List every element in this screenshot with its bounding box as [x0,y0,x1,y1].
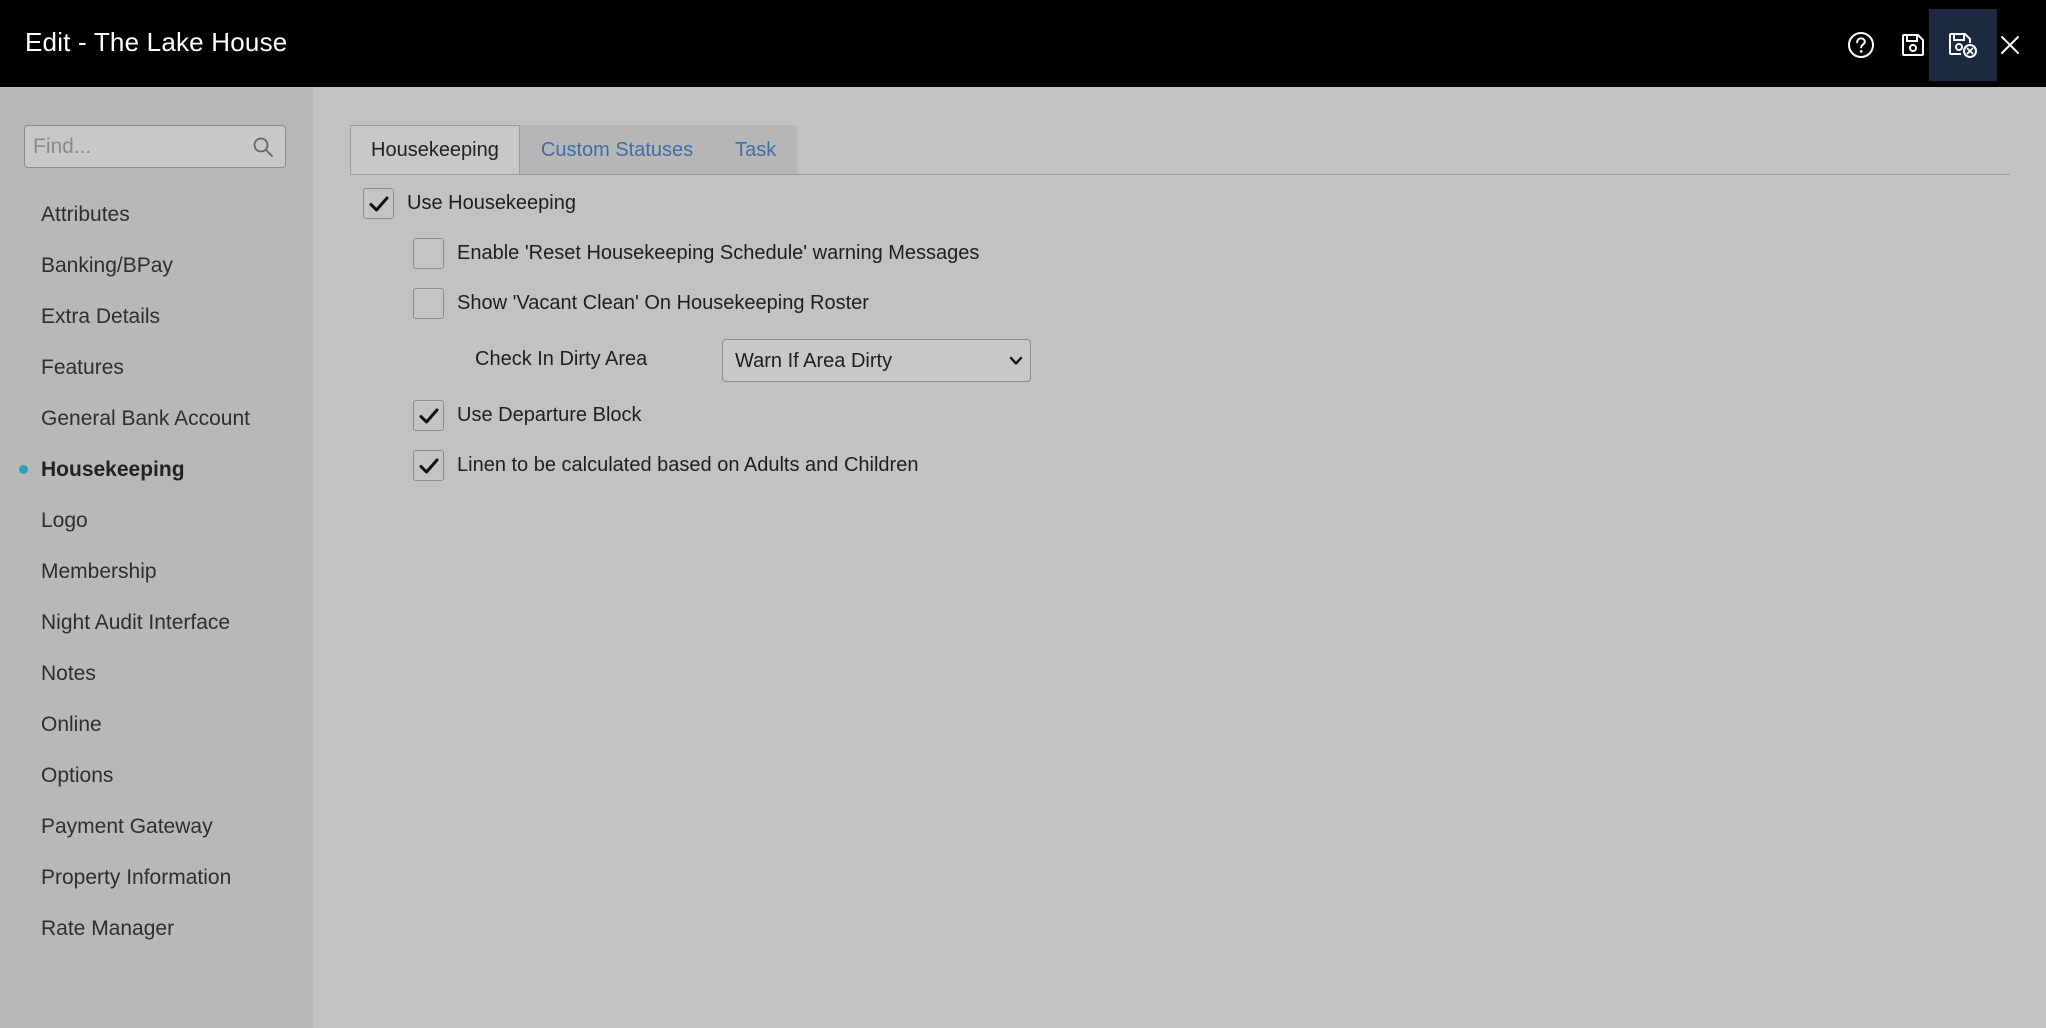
reset-warning-row: Enable 'Reset Housekeeping Schedule' war… [413,238,979,269]
tab-task[interactable]: Task [714,125,798,175]
checkmark-icon [369,196,388,211]
sidebar-item-membership[interactable]: Membership [0,546,313,597]
sidebar-nav: Attributes Banking/BPay Extra Details Fe… [0,189,313,954]
sidebar-item-logo[interactable]: Logo [0,495,313,546]
sidebar-item-notes[interactable]: Notes [0,648,313,699]
sidebar-item-payment-gateway[interactable]: Payment Gateway [0,801,313,852]
checkmark-icon [419,408,438,423]
save-icon [1902,34,1924,56]
check-in-dirty-area-label: Check In Dirty Area [475,348,648,370]
help-icon [1848,32,1874,58]
sidebar-item-label: Banking/BPay [41,254,173,277]
sidebar-item-property-information[interactable]: Property Information [0,852,313,903]
sidebar-item-label: Night Audit Interface [41,611,231,634]
header-bar: Edit - The Lake House [0,0,2046,87]
sidebar-item-label: Property Information [41,866,232,889]
linen-calc-label: Linen to be calculated based on Adults a… [457,454,919,476]
use-housekeeping-row: Use Housekeeping [363,188,576,219]
sidebar-item-label: General Bank Account [41,407,250,430]
sidebar-item-housekeeping[interactable]: Housekeeping [0,444,313,495]
sidebar-item-general-bank-account[interactable]: General Bank Account [0,393,313,444]
departure-block-label: Use Departure Block [457,404,642,426]
sidebar-item-label: Options [41,764,114,787]
check-in-dirty-area-select[interactable]: Warn If Area Dirty [722,339,1031,382]
sidebar-item-extra-details[interactable]: Extra Details [0,291,313,342]
tab-custom-statuses[interactable]: Custom Statuses [519,125,715,175]
linen-calc-checkbox[interactable] [413,450,444,481]
sidebar-item-label: Logo [41,509,88,532]
vacant-clean-label: Show 'Vacant Clean' On Housekeeping Rost… [457,292,869,314]
tab-divider [350,174,2010,175]
departure-block-row: Use Departure Block [413,400,642,431]
vacant-clean-row: Show 'Vacant Clean' On Housekeeping Rost… [413,288,869,319]
departure-block-checkbox[interactable] [413,400,444,431]
sidebar-item-label: Housekeeping [41,458,185,481]
window-title: Edit - The Lake House [25,27,288,57]
sidebar-item-label: Rate Manager [41,917,175,940]
tab-bar: Housekeeping Custom Statuses Task [350,125,798,175]
sidebar-item-label: Notes [41,662,96,685]
close-button[interactable] [1976,9,2044,81]
checkmark-icon [419,458,438,473]
sidebar-item-label: Online [41,713,102,736]
sidebar-item-rate-manager[interactable]: Rate Manager [0,903,313,954]
search-input[interactable] [25,126,245,167]
close-icon [2001,36,2019,54]
sidebar-item-attributes[interactable]: Attributes [0,189,313,240]
tab-housekeeping[interactable]: Housekeeping [350,125,520,175]
sidebar-item-night-audit-interface[interactable]: Night Audit Interface [0,597,313,648]
sidebar-item-label: Extra Details [41,305,161,328]
reset-warning-label: Enable 'Reset Housekeeping Schedule' war… [457,242,980,264]
main-panel: Housekeeping Custom Statuses Task Use Ho… [313,87,2046,1028]
active-indicator-dot [19,465,28,474]
use-housekeeping-label: Use Housekeeping [407,192,576,214]
reset-warning-checkbox[interactable] [413,238,444,269]
sidebar-item-label: Features [41,356,124,379]
linen-calc-row: Linen to be calculated based on Adults a… [413,450,918,481]
use-housekeeping-checkbox[interactable] [363,188,394,219]
sidebar-item-label: Membership [41,560,157,583]
sidebar-item-label: Payment Gateway [41,815,213,838]
save-close-icon [1949,33,1977,58]
vacant-clean-checkbox[interactable] [413,288,444,319]
search-box [24,125,286,168]
sidebar-item-options[interactable]: Options [0,750,313,801]
sidebar: Attributes Banking/BPay Extra Details Fe… [0,87,313,1028]
sidebar-item-online[interactable]: Online [0,699,313,750]
sidebar-item-features[interactable]: Features [0,342,313,393]
search-icon[interactable] [251,135,275,159]
sidebar-item-banking-bpay[interactable]: Banking/BPay [0,240,313,291]
chevron-down-icon [1009,356,1023,365]
sidebar-item-label: Attributes [41,203,130,226]
check-in-dirty-area-value: Warn If Area Dirty [735,350,893,372]
